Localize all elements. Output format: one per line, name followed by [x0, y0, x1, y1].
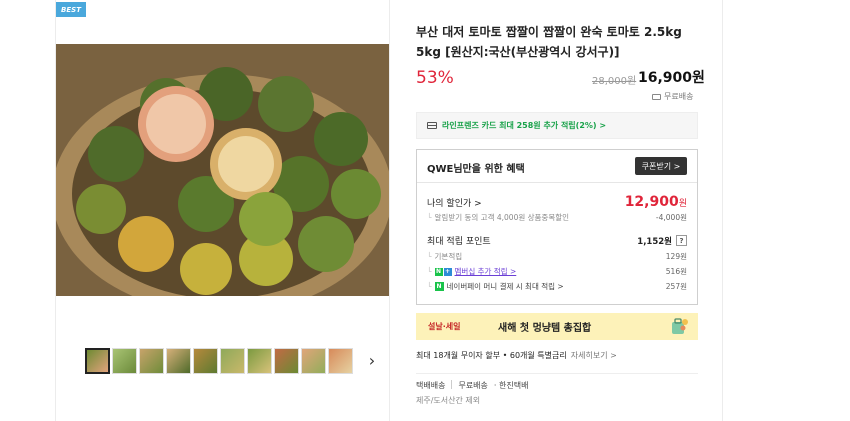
alert-discount-line: └ 알림받기 동의 고객 4,000원 상품중복할인 [427, 212, 569, 223]
tree-branch-icon: └ [427, 213, 432, 222]
alert-discount-value: -4,000원 [655, 213, 687, 222]
tomato-basket-illustration [56, 44, 389, 296]
npay-points-row: └ N 네이버페이 머니 결제 시 최대 적립 > 257원 [427, 281, 687, 292]
thumbnail-next-arrow-icon[interactable]: › [365, 350, 379, 370]
npay-points-value: 257원 [665, 282, 687, 291]
membership-points-value: 516원 [665, 267, 687, 276]
thumbnail-4[interactable] [166, 348, 191, 374]
naver-plus-icon: N + [434, 267, 452, 276]
thumbnail-10[interactable] [328, 348, 353, 374]
thumbnail-3[interactable] [139, 348, 164, 374]
points-help-icon[interactable]: ? [676, 235, 687, 246]
column-divider [389, 0, 390, 421]
thumbnail-1[interactable] [85, 348, 110, 374]
membership-points-link[interactable]: 멤버십 추가 적립 > [455, 266, 517, 277]
my-price-label[interactable]: 나의 할인가 > [427, 196, 482, 209]
benefit-divider [417, 182, 697, 183]
thumbnail-strip [85, 348, 353, 374]
tree-branch-icon: └ [427, 282, 432, 291]
delivery-info: 택배배송 무료배송 · 한진택배 [416, 380, 528, 391]
installment-info: 최대 18개월 무이자 할부 • 60개월 특별금리 자세히보기 > [416, 350, 617, 361]
truck-icon [652, 93, 661, 100]
installment-more-link[interactable]: 자세히보기 > [571, 351, 617, 360]
points-label: 최대 적립 포인트 [427, 237, 491, 247]
promo-banner[interactable]: 설날·세일 새해 첫 멍냥템 총집합 [416, 313, 698, 340]
delivery-type: 택배배송 [416, 381, 446, 390]
npay-points-link[interactable]: 네이버페이 머니 결제 시 최대 적립 > [447, 281, 564, 292]
section-divider [416, 373, 698, 374]
thumbnail-6[interactable] [220, 348, 245, 374]
member-benefit-box: QWE님만을 위한 혜택 쿠폰받기 > 나의 할인가 > 12,900원 └ 알림… [416, 149, 698, 305]
main-product-image[interactable] [56, 44, 389, 296]
my-price-row: 나의 할인가 > 12,900원 [427, 194, 687, 210]
original-price: 28,000원 [592, 76, 637, 87]
membership-points-line: └ N + 멤버십 추가 적립 > [427, 266, 516, 277]
tree-branch-icon: └ [427, 267, 432, 276]
thumbnail-5[interactable] [193, 348, 218, 374]
basic-points-value: 129원 [665, 252, 687, 261]
product-title: 부산 대저 토마토 짭짤이 짭짤이 완숙 토마토 2.5kg 5kg [원산지:… [416, 25, 682, 59]
membership-points-row: └ N + 멤버십 추가 적립 > 516원 [427, 266, 687, 277]
basic-points-line: └ 기본적립 [427, 251, 462, 262]
my-price-value: 12,900원 [625, 194, 687, 210]
npay-points-line: └ N 네이버페이 머니 결제 시 최대 적립 > [427, 281, 564, 292]
delivery-fee: 무료배송 [458, 381, 488, 390]
points-value: 1,152원 [637, 236, 672, 247]
delivery-separator [451, 380, 453, 389]
shipping-label: 무료배송 [664, 92, 694, 101]
my-price-number: 12,900 [624, 194, 679, 210]
card-promo-label: 라인프렌즈 카드 최대 258원 추가 적립(2%) > [442, 121, 607, 130]
benefit-heading: QWE님만을 위한 혜택 [427, 164, 525, 175]
product-page: BEST › 부산 대저 토마토 짭짤이 짭짤이 완숙 토마토 2.5kg 5k… [0, 0, 850, 421]
alert-discount-row: └ 알림받기 동의 고객 4,000원 상품중복할인 -4,000원 [427, 212, 687, 223]
sale-price: 16,900원 [638, 70, 705, 86]
thumbnail-2[interactable] [112, 348, 137, 374]
pet-bag-icon [672, 318, 688, 334]
card-promo-link[interactable]: 라인프렌즈 카드 최대 258원 추가 적립(2%) > [416, 112, 698, 139]
shipping-info: 무료배송 [652, 91, 693, 102]
basic-points-label: 기본적립 [434, 252, 463, 261]
thumbnail-7[interactable] [247, 348, 272, 374]
banner-text: 새해 첫 멍냥템 총집합 [498, 323, 592, 334]
naver-pay-icon: N [434, 282, 444, 291]
basic-points-row: └ 기본적립 129원 [427, 251, 687, 262]
discount-rate: 53% [416, 68, 454, 88]
get-coupon-button[interactable]: 쿠폰받기 > [635, 157, 687, 175]
delivery-carrier: · 한진택배 [493, 381, 529, 390]
installment-text: 최대 18개월 무이자 할부 • 60개월 특별금리 [416, 351, 567, 360]
banner-tag: 설날·세일 [428, 322, 461, 331]
credit-card-icon [427, 122, 437, 129]
delivery-note: 제주/도서산간 제외 [416, 396, 481, 405]
my-price-unit: 원 [678, 199, 687, 209]
points-row: 최대 적립 포인트 1,152원? [427, 234, 687, 247]
alert-discount-label: 알림받기 동의 고객 4,000원 상품중복할인 [434, 213, 570, 222]
thumbnail-9[interactable] [301, 348, 326, 374]
thumbnail-8[interactable] [274, 348, 299, 374]
points-value-wrap: 1,152원? [637, 235, 687, 247]
tree-branch-icon: └ [427, 252, 432, 261]
best-badge: BEST [56, 2, 86, 17]
